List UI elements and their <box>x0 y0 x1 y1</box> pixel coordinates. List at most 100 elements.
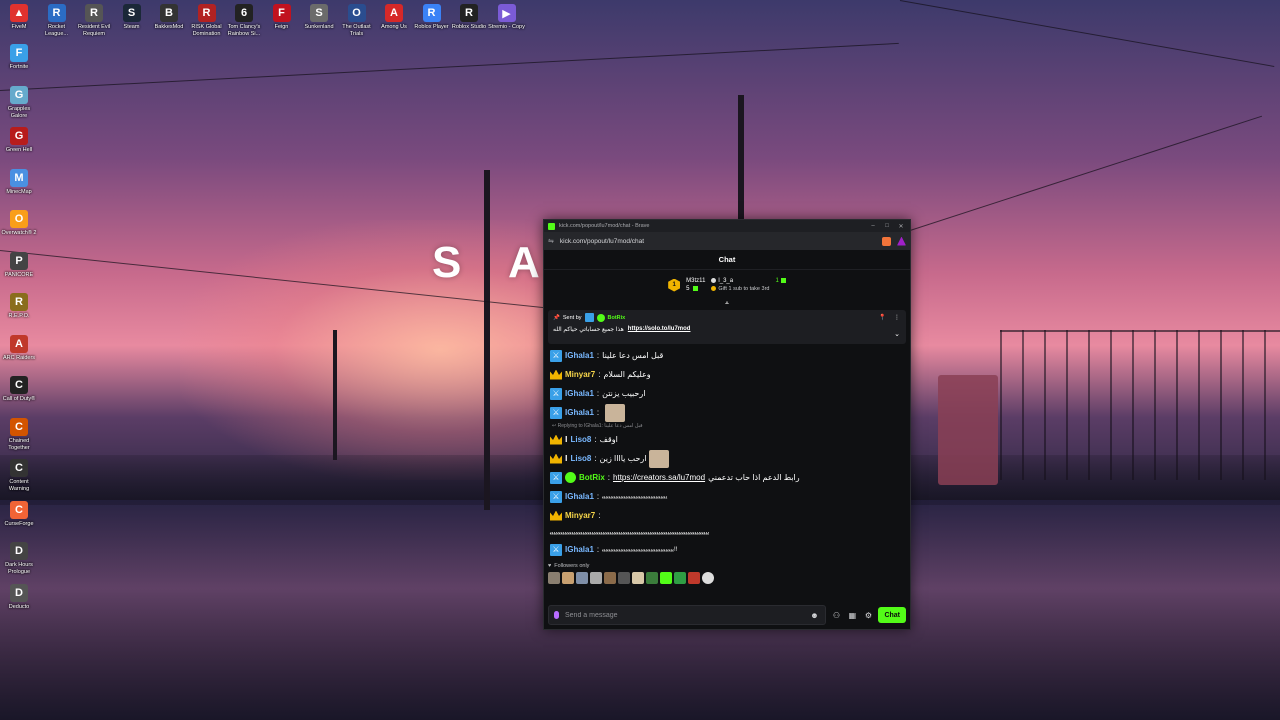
desktop-shortcut[interactable]: R RISK Global Domination <box>188 4 226 38</box>
crown-badge-icon <box>550 453 562 464</box>
kick-logo-icon <box>548 222 555 230</box>
emote-image[interactable] <box>605 403 626 422</box>
desktop-shortcut[interactable]: B BakkesMod <box>150 4 188 31</box>
outlast-icon: O <box>347 4 366 22</box>
gift-leaderboard[interactable]: 1 M3tz11 5 l_3_a Gift 1 sub to take 3rd … <box>544 270 910 300</box>
desktop-shortcut[interactable]: F Feign <box>263 4 301 31</box>
username[interactable]: Minyar7 <box>565 370 595 379</box>
pinned-sender[interactable]: BotRix <box>608 315 626 321</box>
chat-message[interactable]: ⚔ BotRix: https://creators.sa/lu7mod راب… <box>550 468 904 487</box>
desktop-shortcut[interactable]: C Call of Duty® <box>0 376 38 403</box>
emote-button[interactable] <box>646 572 658 584</box>
username[interactable]: Minyar7 <box>565 511 595 520</box>
chat-input-box[interactable]: ☻ <box>548 605 827 625</box>
emote-button[interactable] <box>604 572 616 584</box>
emoji-icon[interactable]: ☻ <box>808 611 820 620</box>
chat-message[interactable]: ⚔ IGhala1: ارحبيب يزنتن <box>550 384 904 403</box>
url-text[interactable]: kick.com/popout/lu7mod/chat <box>560 238 876 245</box>
desktop-shortcut[interactable]: P PANICORE <box>0 251 38 279</box>
steam-icon: S <box>122 4 141 22</box>
desktop-shortcut[interactable]: O The Outlast Trials <box>338 4 376 38</box>
desktop-shortcut[interactable]: S Steam <box>113 4 151 31</box>
desktop-shortcut[interactable]: O Overwatch® 2 <box>0 210 38 237</box>
emote-button[interactable] <box>590 572 602 584</box>
gift-sub-icon[interactable]: ⚇ <box>830 611 842 620</box>
chat-message[interactable]: 𝐈 Liso8: ارحب ياااا زين <box>550 449 904 468</box>
chat-message[interactable]: ⚔ IGhala1: <box>550 403 904 422</box>
send-chat-button[interactable]: Chat <box>878 607 906 623</box>
desktop-shortcut[interactable]: R Roblox Studio <box>450 4 488 31</box>
desktop-shortcut[interactable]: A Among Us <box>375 4 413 31</box>
pin-toggle-icon[interactable]: 📍 <box>879 314 886 321</box>
minimize-icon[interactable]: – <box>868 223 878 229</box>
reply-context[interactable]: ↩ Replying to IGhala1: قبل امس دعا علينا <box>550 422 904 430</box>
chat-input[interactable] <box>565 611 803 619</box>
emote-button[interactable] <box>562 572 574 584</box>
expand-chevron-icon[interactable]: ⌄ <box>894 330 900 338</box>
desktop-shortcut[interactable]: R Resident Evil Requiem <box>75 4 113 38</box>
desktop-shortcut[interactable]: 6 Tom Clancy's Rainbow Si... <box>225 4 263 38</box>
settings-gear-icon[interactable]: ⚙ <box>862 611 874 620</box>
chat-message[interactable]: Minyar7: وعليكم السلام <box>550 365 904 384</box>
desktop-shortcut[interactable]: R R.E.P.O. <box>0 293 38 320</box>
desktop-shortcut[interactable]: M MinecMap <box>0 168 38 196</box>
pinned-link[interactable]: https://solo.to/lu7mod <box>628 326 691 333</box>
chevron-down-icon[interactable]: ⩡ <box>544 300 910 308</box>
desktop-shortcut[interactable]: G Grapples Galore <box>0 85 38 120</box>
message-link[interactable]: https://creators.sa/lu7mod <box>613 473 705 482</box>
emote-button[interactable] <box>576 572 588 584</box>
power-line <box>0 42 899 91</box>
chat-message[interactable]: ⚔ IGhala1: ﯾﯾﯾﯾﯾﯾﯾﯾﯾﯾﯾﯾﯾﯾﯾﯾﯾﯾﯾﯾﯾﯾﯾﯾﯾﯾﯾﯾﯾ… <box>550 487 904 506</box>
avatar <box>711 277 717 283</box>
separator: : <box>594 454 597 463</box>
chat-message[interactable]: ⚔ IGhala1: ﯾﯾﯾﯾﯾﯾﯾﯾﯾﯾﯾﯾﯾﯾﯾﯾﯾﯾﯾﯾﯾﯾﯾﯾﯾﯾﯾﯾﯾ… <box>550 540 904 559</box>
desktop-shortcut[interactable]: F Fortnite <box>0 44 38 71</box>
desktop-shortcut[interactable]: ▲ FiveM <box>0 4 38 31</box>
desktop-shortcut[interactable]: D Deducto <box>0 583 38 611</box>
desktop-shortcut[interactable]: C Content Warning <box>0 459 38 493</box>
desktop-shortcut[interactable]: R Rocket League... <box>38 4 76 38</box>
emote-button[interactable] <box>632 572 644 584</box>
emote-button[interactable] <box>674 572 686 584</box>
chat-message[interactable]: ⚔ IGhala1: قبل امس دعا علينا <box>550 346 904 365</box>
emote-button[interactable] <box>688 572 700 584</box>
desktop-shortcut[interactable]: C CurseForge <box>0 500 38 528</box>
chat-header: Chat <box>544 250 910 270</box>
pinned-message[interactable]: 📌 Sent by BotRix هذا جميع حساباتي حياكم … <box>548 310 906 344</box>
window-titlebar: kick.com/popout/lu7mod/chat - Brave – □ … <box>544 220 910 232</box>
username[interactable]: Liso8 <box>570 435 591 444</box>
site-settings-icon[interactable]: ⇋ <box>548 237 554 245</box>
desktop-shortcut[interactable]: D Dark Hours Prologue <box>0 542 38 576</box>
moderator-badge-icon: ⚔ <box>550 387 562 400</box>
username[interactable]: Liso8 <box>570 454 591 463</box>
username[interactable]: IGhala1 <box>565 545 594 554</box>
maximize-icon[interactable]: □ <box>882 223 892 229</box>
close-icon[interactable]: ✕ <box>896 223 906 230</box>
username[interactable]: BotRix <box>579 473 605 482</box>
desktop-shortcut[interactable]: S Sunkenland <box>300 4 338 31</box>
desktop-shortcut[interactable]: G Green Hell <box>0 127 38 154</box>
chat-message[interactable]: 𝐈 Liso8: اوقف <box>550 430 904 449</box>
emote-button[interactable] <box>618 572 630 584</box>
more-options-icon[interactable]: ⋮ <box>894 314 900 321</box>
desktop-shortcut[interactable]: ▶ Stremio - Copy <box>488 4 526 31</box>
emote-button[interactable] <box>660 572 672 584</box>
desktop-shortcut[interactable]: R Roblox Player <box>413 4 451 31</box>
username[interactable]: IGhala1 <box>565 389 594 398</box>
username[interactable]: IGhala1 <box>565 351 594 360</box>
username[interactable]: IGhala1 <box>565 492 594 501</box>
brave-rewards-icon[interactable] <box>897 236 906 246</box>
grapples-galore-icon: G <box>10 85 28 104</box>
username[interactable]: IGhala1 <box>565 408 594 417</box>
calendar-icon[interactable]: ▦ <box>846 611 858 620</box>
microphone-icon[interactable] <box>554 611 559 619</box>
brave-shield-icon[interactable] <box>882 236 891 246</box>
emote-image[interactable] <box>649 449 670 468</box>
emote-button[interactable] <box>702 572 714 584</box>
chat-message[interactable]: Minyar7: <box>550 506 904 525</box>
emote-button[interactable] <box>548 572 560 584</box>
address-bar[interactable]: ⇋ kick.com/popout/lu7mod/chat <box>544 232 910 250</box>
shortcut-label: Roblox Studio <box>451 24 487 30</box>
desktop-shortcut[interactable]: C Chained Together <box>0 417 38 452</box>
desktop-shortcut[interactable]: A ARC Raiders <box>0 334 38 362</box>
